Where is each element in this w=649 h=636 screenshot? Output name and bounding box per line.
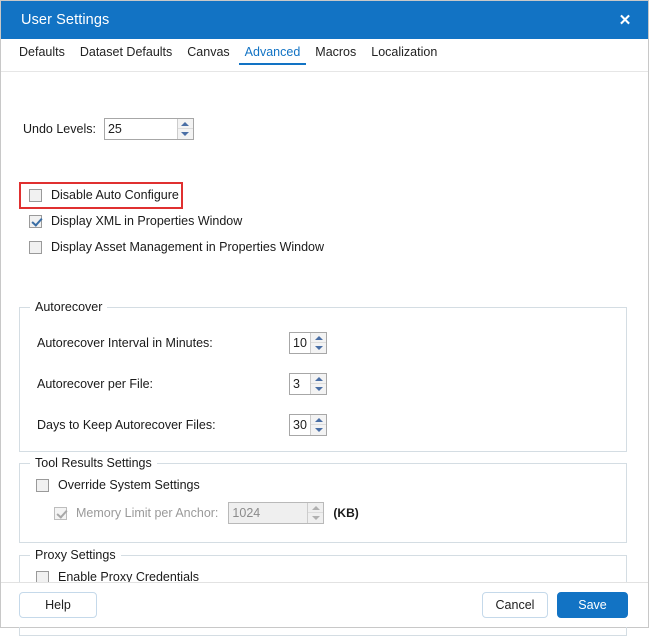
stepper-arrows [310, 374, 326, 394]
tab-strip: Defaults Dataset Defaults Canvas Advance… [1, 39, 648, 72]
save-button[interactable]: Save [557, 592, 628, 618]
checkbox-box-icon [29, 241, 42, 254]
checkbox-display-xml[interactable]: Display XML in Properties Window [29, 208, 324, 234]
autorecover-days-stepper[interactable]: 30 [289, 414, 327, 436]
help-button[interactable]: Help [19, 592, 97, 618]
checkbox-label: Override System Settings [58, 478, 200, 492]
group-title: Proxy Settings [30, 548, 121, 562]
checkbox-label: Display XML in Properties Window [51, 214, 242, 228]
autorecover-interval-input[interactable]: 10 [290, 333, 310, 353]
memory-limit-label: Memory Limit per Anchor: [76, 506, 218, 520]
tab-localization[interactable]: Localization [365, 43, 443, 65]
autorecover-interval-stepper[interactable]: 10 [289, 332, 327, 354]
undo-levels-increment[interactable] [178, 119, 193, 129]
dialog-footer: Help Cancel Save [1, 582, 648, 627]
caret-down-icon [315, 428, 323, 432]
checkbox-display-asset-management[interactable]: Display Asset Management in Properties W… [29, 234, 324, 260]
stepper-decrement[interactable] [311, 425, 326, 435]
checkbox-label: Disable Auto Configure [51, 188, 179, 202]
advanced-panel: Undo Levels: 25 Disable Auto Configure D… [1, 72, 648, 582]
autorecover-per-file-label: Autorecover per File: [37, 377, 153, 391]
stepper-arrows [310, 415, 326, 435]
checkbox-memory-limit-icon[interactable] [54, 507, 67, 520]
checkbox-box-icon [36, 479, 49, 492]
caret-down-icon [181, 132, 189, 136]
stepper-increment[interactable] [311, 374, 326, 384]
autorecover-per-file-stepper[interactable]: 3 [289, 373, 327, 395]
caret-up-icon [315, 418, 323, 422]
group-title: Tool Results Settings [30, 456, 157, 470]
caret-down-icon [315, 346, 323, 350]
autorecover-interval-row: Autorecover Interval in Minutes: 10 [37, 336, 617, 350]
checkbox-checked-icon [29, 215, 42, 228]
cancel-button[interactable]: Cancel [482, 592, 548, 618]
autorecover-days-label: Days to Keep Autorecover Files: [37, 418, 216, 432]
undo-levels-arrows [177, 119, 193, 139]
advanced-checkbox-list: Disable Auto Configure Display XML in Pr… [29, 182, 324, 260]
checkbox-disable-auto-configure[interactable]: Disable Auto Configure [29, 182, 324, 208]
memory-limit-row: Memory Limit per Anchor: 1024 (KB) [54, 502, 359, 524]
close-icon[interactable]: ✕ [602, 1, 648, 39]
stepper-increment [308, 503, 323, 513]
stepper-decrement[interactable] [311, 384, 326, 394]
memory-limit-units-label: (KB) [333, 506, 358, 520]
footer-actions: Cancel Save [482, 592, 628, 618]
stepper-decrement[interactable] [311, 343, 326, 353]
tab-macros[interactable]: Macros [309, 43, 362, 65]
undo-levels-row: Undo Levels: 25 [23, 118, 194, 140]
group-title: Autorecover [30, 300, 107, 314]
caret-up-icon [181, 122, 189, 126]
tab-defaults[interactable]: Defaults [13, 43, 71, 65]
caret-down-icon [312, 516, 320, 520]
caret-down-icon [315, 387, 323, 391]
stepper-decrement [308, 513, 323, 523]
undo-levels-decrement[interactable] [178, 129, 193, 139]
caret-up-icon [315, 377, 323, 381]
tab-advanced[interactable]: Advanced [239, 43, 307, 65]
group-autorecover: Autorecover Autorecover Interval in Minu… [19, 307, 627, 452]
tab-canvas[interactable]: Canvas [181, 43, 235, 65]
autorecover-days-stepper-holder: 30 [289, 414, 327, 436]
autorecover-days-input[interactable]: 30 [290, 415, 310, 435]
memory-limit-input: 1024 [229, 503, 307, 523]
checkbox-override-system-settings[interactable]: Override System Settings [36, 478, 200, 492]
caret-up-icon [312, 506, 320, 510]
memory-limit-stepper: 1024 [228, 502, 324, 524]
autorecover-per-file-row: Autorecover per File: 3 [37, 377, 617, 391]
autorecover-interval-stepper-holder: 10 [289, 332, 327, 354]
undo-levels-input[interactable]: 25 [105, 119, 177, 139]
checkbox-label: Display Asset Management in Properties W… [51, 240, 324, 254]
stepper-increment[interactable] [311, 333, 326, 343]
autorecover-per-file-stepper-holder: 3 [289, 373, 327, 395]
undo-levels-label: Undo Levels: [23, 122, 96, 136]
autorecover-per-file-input[interactable]: 3 [290, 374, 310, 394]
window-title: User Settings [21, 12, 109, 28]
tab-dataset-defaults[interactable]: Dataset Defaults [74, 43, 178, 65]
group-tool-results-settings: Tool Results Settings Override System Se… [19, 463, 627, 543]
caret-up-icon [315, 336, 323, 340]
stepper-arrows [310, 333, 326, 353]
stepper-arrows [307, 503, 323, 523]
autorecover-days-row: Days to Keep Autorecover Files: 30 [37, 418, 617, 432]
user-settings-dialog: User Settings ✕ Defaults Dataset Default… [0, 0, 649, 628]
autorecover-interval-label: Autorecover Interval in Minutes: [37, 336, 213, 350]
title-bar: User Settings ✕ [1, 1, 648, 39]
undo-levels-stepper[interactable]: 25 [104, 118, 194, 140]
stepper-increment[interactable] [311, 415, 326, 425]
checkbox-box-icon [29, 189, 42, 202]
